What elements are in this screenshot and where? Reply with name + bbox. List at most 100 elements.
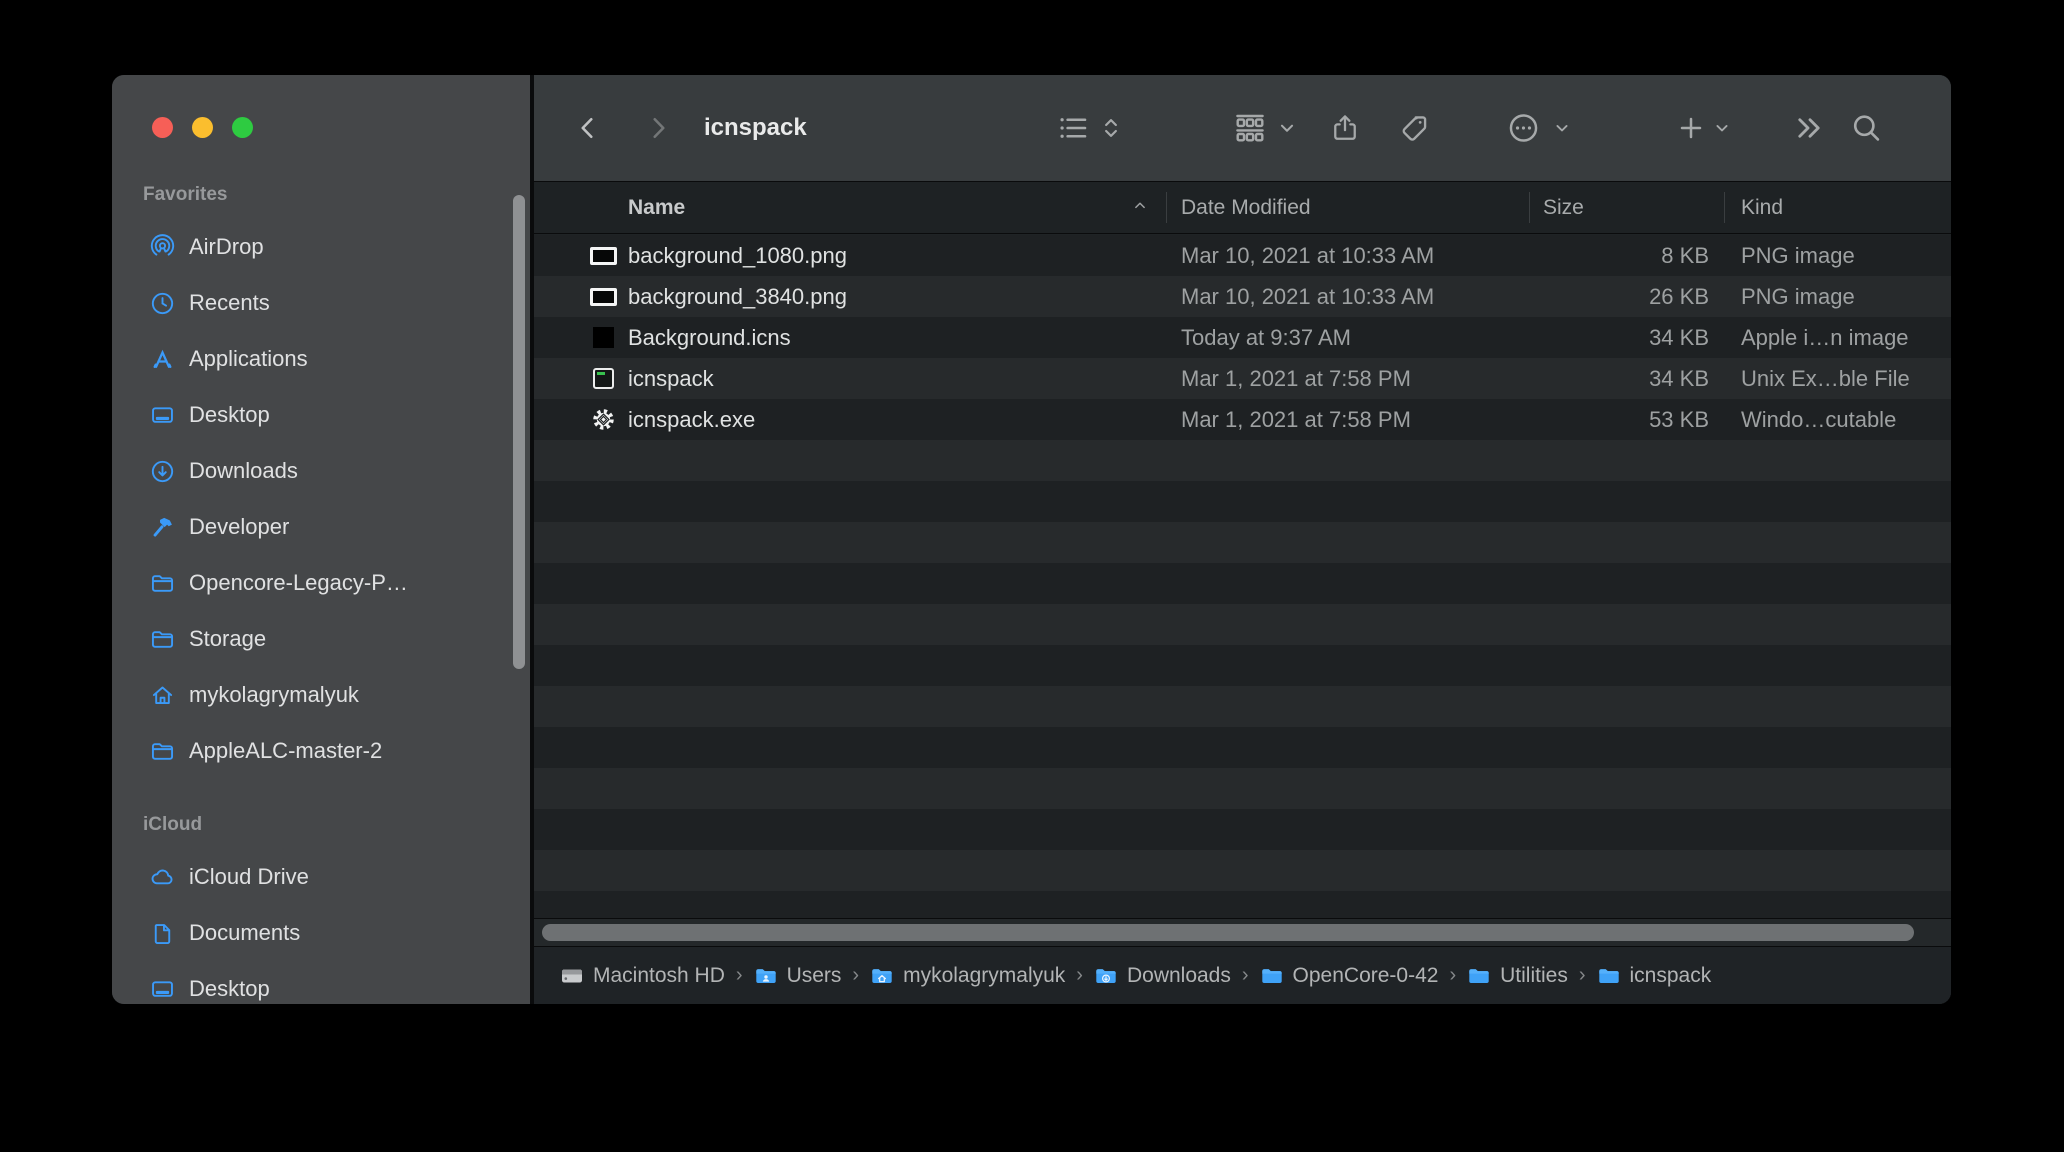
appstore-icon xyxy=(148,345,176,373)
windows-executable-icon xyxy=(589,406,617,434)
file-name: background_1080.png xyxy=(628,243,847,269)
file-row[interactable]: icnspack.exe Mar 1, 2021 at 7:58 PM 53 K… xyxy=(534,399,1951,440)
close-button[interactable] xyxy=(152,117,173,138)
column-separator[interactable] xyxy=(1529,192,1530,223)
sidebar-item-label: Recents xyxy=(189,290,270,316)
sidebar-item-label: Desktop xyxy=(189,976,270,1002)
path-item-icnspack[interactable]: icnspack xyxy=(1597,964,1712,988)
home-icon xyxy=(148,681,176,709)
sidebar-item-label: Documents xyxy=(189,920,300,946)
folder-plain-icon xyxy=(1260,964,1284,988)
path-separator: › xyxy=(1449,964,1456,987)
sidebar-item-mykolagrymalyuk[interactable]: mykolagrymalyuk xyxy=(112,667,530,723)
sidebar-item-developer[interactable]: Developer xyxy=(112,499,530,555)
empty-row-stripe xyxy=(534,768,1951,809)
window-title: icnspack xyxy=(704,114,807,142)
group-chevron-icon[interactable] xyxy=(1276,117,1298,139)
sidebar-item-documents[interactable]: Documents xyxy=(112,905,530,961)
column-header-date[interactable]: Date Modified xyxy=(1181,196,1311,220)
sidebar-item-label: Storage xyxy=(189,626,266,652)
folder-icon xyxy=(148,569,176,597)
empty-row-stripe xyxy=(534,481,1951,522)
empty-row-stripe xyxy=(534,891,1951,918)
file-row[interactable]: icnspack Mar 1, 2021 at 7:58 PM 34 KB Un… xyxy=(534,358,1951,399)
search-icon[interactable] xyxy=(1850,112,1883,145)
sidebar-item-label: mykolagrymalyuk xyxy=(189,682,359,708)
more-chevron-icon[interactable] xyxy=(1552,118,1572,138)
new-folder-plus-icon[interactable] xyxy=(1676,113,1706,143)
sidebar-scrollbar[interactable] xyxy=(513,195,525,669)
sidebar-item-label: Developer xyxy=(189,514,289,540)
sidebar-item-downloads[interactable]: Downloads xyxy=(112,443,530,499)
back-button[interactable] xyxy=(574,114,602,142)
sidebar-sections: Favorites AirDrop Recents Applications D… xyxy=(112,171,530,1004)
download-circle-icon xyxy=(148,457,176,485)
finder-window: Favorites AirDrop Recents Applications D… xyxy=(112,75,1951,1004)
file-size: 8 KB xyxy=(1529,243,1709,269)
sidebar-item-applealc-master-2[interactable]: AppleALC-master-2 xyxy=(112,723,530,779)
path-item-macintosh-hd[interactable]: Macintosh HD xyxy=(560,964,725,988)
column-header-name[interactable]: Name xyxy=(628,196,685,220)
new-chevron-icon[interactable] xyxy=(1712,118,1732,138)
file-date-modified: Mar 10, 2021 at 10:33 AM xyxy=(1181,284,1434,310)
sidebar-item-opencore-legacy-p[interactable]: Opencore-Legacy-P… xyxy=(112,555,530,611)
path-item-downloads[interactable]: Downloads xyxy=(1094,964,1231,988)
sidebar-item-recents[interactable]: Recents xyxy=(112,275,530,331)
minimize-button[interactable] xyxy=(192,117,213,138)
column-header-size[interactable]: Size xyxy=(1543,196,1584,220)
file-row[interactable]: background_3840.png Mar 10, 2021 at 10:3… xyxy=(534,276,1951,317)
icns-file-icon xyxy=(589,324,617,352)
list-view-icon[interactable] xyxy=(1056,111,1090,145)
sidebar-item-label: AppleALC-master-2 xyxy=(189,738,382,764)
desktop-icon xyxy=(148,401,176,429)
hammer-icon xyxy=(148,513,176,541)
list-header: Name Date Modified Size Kind xyxy=(534,181,1951,234)
folder-download-icon xyxy=(1094,964,1118,988)
sidebar-item-icloud-drive[interactable]: iCloud Drive xyxy=(112,849,530,905)
horizontal-scrollbar-thumb[interactable] xyxy=(542,924,1914,941)
column-separator[interactable] xyxy=(1166,192,1167,223)
share-icon[interactable] xyxy=(1329,112,1361,144)
more-actions-icon[interactable] xyxy=(1506,111,1541,146)
sidebar-item-desktop[interactable]: Desktop xyxy=(112,387,530,443)
forward-button[interactable] xyxy=(644,114,672,142)
path-item-users[interactable]: Users xyxy=(754,964,842,988)
path-item-mykolagrymalyuk[interactable]: mykolagrymalyuk xyxy=(870,964,1065,988)
file-size: 53 KB xyxy=(1529,407,1709,433)
path-item-utilities[interactable]: Utilities xyxy=(1467,964,1568,988)
file-date-modified: Today at 9:37 AM xyxy=(1181,325,1351,351)
sidebar-section-header: Favorites xyxy=(112,171,530,219)
file-name: icnspack xyxy=(628,366,714,392)
png-thumbnail-icon xyxy=(589,242,617,270)
sidebar-item-label: AirDrop xyxy=(189,234,264,260)
file-size: 34 KB xyxy=(1529,325,1709,351)
tag-icon[interactable] xyxy=(1398,112,1431,145)
sidebar-item-airdrop[interactable]: AirDrop xyxy=(112,219,530,275)
group-view-icon[interactable] xyxy=(1232,110,1268,146)
drive-icon xyxy=(560,964,584,988)
column-header-kind[interactable]: Kind xyxy=(1741,196,1783,220)
sidebar-item-applications[interactable]: Applications xyxy=(112,331,530,387)
sidebar-item-storage[interactable]: Storage xyxy=(112,611,530,667)
path-separator: › xyxy=(1242,964,1249,987)
horizontal-scrollbar-track[interactable] xyxy=(534,918,1951,946)
column-separator[interactable] xyxy=(1724,192,1725,223)
path-bar: Macintosh HD › Users › mykolagrymalyuk ›… xyxy=(534,946,1951,1004)
traffic-lights xyxy=(152,117,253,138)
file-row[interactable]: background_1080.png Mar 10, 2021 at 10:3… xyxy=(534,235,1951,276)
empty-row-stripe xyxy=(534,686,1951,727)
empty-row-stripe xyxy=(534,604,1951,645)
folder-icon xyxy=(148,625,176,653)
sidebar-item-label: iCloud Drive xyxy=(189,864,309,890)
zoom-button[interactable] xyxy=(232,117,253,138)
path-item-opencore-0-42[interactable]: OpenCore-0-42 xyxy=(1260,964,1439,988)
sort-chevrons-icon[interactable] xyxy=(1098,115,1124,141)
sidebar-item-desktop[interactable]: Desktop xyxy=(112,961,530,1004)
folder-plain-icon xyxy=(1597,964,1621,988)
file-row[interactable]: Background.icns Today at 9:37 AM 34 KB A… xyxy=(534,317,1951,358)
desktop-icon xyxy=(148,975,176,1003)
file-kind: Apple i…n image xyxy=(1741,325,1909,351)
sidebar-item-label: Applications xyxy=(189,346,308,372)
overflow-chevrons-icon[interactable] xyxy=(1792,111,1826,145)
file-kind: PNG image xyxy=(1741,284,1855,310)
